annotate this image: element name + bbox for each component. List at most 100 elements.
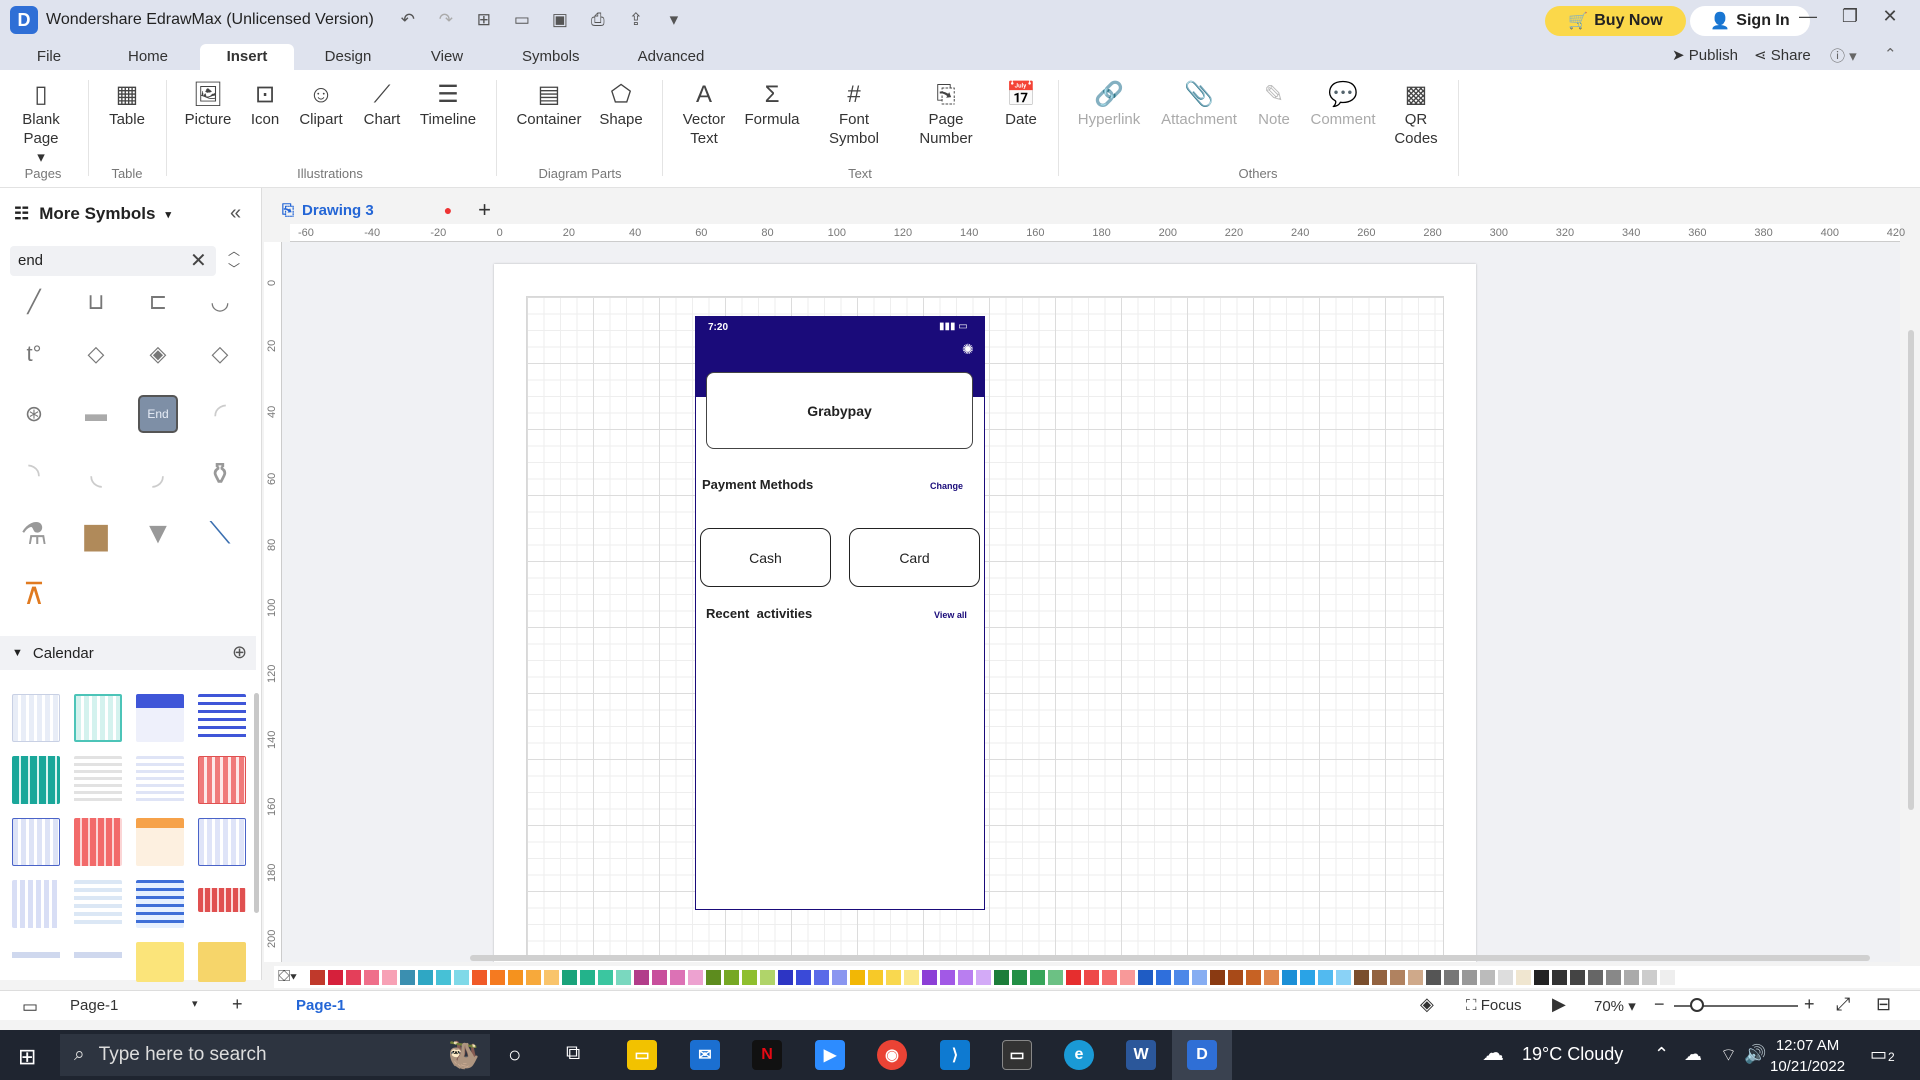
- color-swatch[interactable]: [382, 969, 397, 985]
- clear-search-icon[interactable]: ✕: [190, 248, 207, 273]
- netflix-icon[interactable]: N: [752, 1040, 782, 1070]
- cash-button[interactable]: Cash: [700, 528, 831, 587]
- color-swatch[interactable]: [634, 969, 649, 985]
- tab-home[interactable]: Home: [122, 44, 174, 70]
- color-swatch[interactable]: [1210, 969, 1225, 985]
- zoom-app-icon[interactable]: ▶: [815, 1040, 845, 1070]
- color-swatch[interactable]: [1606, 969, 1621, 985]
- calendar-template-thumbnail[interactable]: [74, 694, 122, 742]
- calendar-template-thumbnail[interactable]: [136, 880, 184, 928]
- focus-button[interactable]: ⛶ Focus: [1466, 997, 1522, 1014]
- color-swatch[interactable]: [1012, 969, 1027, 985]
- tab-file[interactable]: File: [28, 44, 70, 70]
- color-swatch[interactable]: [814, 969, 829, 985]
- sticky-note-thumbnail[interactable]: [198, 942, 246, 982]
- color-swatch[interactable]: [1066, 969, 1081, 985]
- color-swatch[interactable]: [724, 969, 739, 985]
- color-swatch[interactable]: [1444, 969, 1459, 985]
- timeline-button[interactable]: ☰ Timeline: [416, 80, 480, 129]
- onedrive-icon[interactable]: ☁: [1684, 1044, 1702, 1065]
- attachment-button[interactable]: 📎 Attachment: [1158, 80, 1240, 129]
- add-document-icon[interactable]: +: [478, 197, 491, 223]
- color-swatch[interactable]: [850, 969, 865, 985]
- color-swatch[interactable]: [1516, 969, 1531, 985]
- drawing-page[interactable]: [494, 264, 1476, 962]
- calendar-template-thumbnail[interactable]: [198, 694, 246, 742]
- color-swatch[interactable]: [454, 969, 469, 985]
- formula-button[interactable]: Σ Formula: [742, 80, 802, 129]
- color-swatch[interactable]: [688, 969, 703, 985]
- color-swatch[interactable]: [1426, 969, 1441, 985]
- qr-codes-button[interactable]: ▩ QR Codes: [1392, 80, 1440, 148]
- color-swatch[interactable]: [544, 969, 559, 985]
- color-swatch[interactable]: [490, 969, 505, 985]
- calendar-template-thumbnail[interactable]: [12, 694, 60, 742]
- print-icon[interactable]: ⎙: [588, 10, 608, 30]
- layers-icon[interactable]: ◈: [1420, 994, 1434, 1015]
- calendar-template-thumbnail[interactable]: [12, 942, 60, 972]
- symbol-search-input[interactable]: end: [10, 246, 216, 276]
- curve-shape-icon[interactable]: ◡: [196, 280, 244, 324]
- restore-icon[interactable]: ❐: [1830, 6, 1870, 27]
- color-swatch[interactable]: [1372, 969, 1387, 985]
- table-button[interactable]: ▦ Table: [104, 80, 150, 129]
- pump-icon[interactable]: ▬: [72, 392, 120, 436]
- canvas-horizontal-scrollbar[interactable]: [470, 955, 1870, 961]
- color-swatch[interactable]: [670, 969, 685, 985]
- canvas-vertical-scrollbar[interactable]: [1908, 330, 1914, 810]
- mixer-tank-icon[interactable]: ⚗: [10, 512, 58, 556]
- calendar-template-thumbnail[interactable]: [74, 880, 122, 928]
- help-icon[interactable]: ⓘ ▾: [1830, 45, 1857, 66]
- color-swatch[interactable]: [1534, 969, 1549, 985]
- color-swatch[interactable]: [1390, 969, 1405, 985]
- color-swatch[interactable]: [616, 969, 631, 985]
- color-swatch[interactable]: [958, 969, 973, 985]
- tab-advanced[interactable]: Advanced: [636, 44, 706, 70]
- clipart-button[interactable]: ☺ Clipart: [296, 80, 346, 129]
- add-category-icon[interactable]: ⊕: [232, 642, 247, 663]
- fill-bucket-icon[interactable]: ⛋▾: [278, 968, 310, 986]
- wifi-icon[interactable]: ⌔: [1720, 1044, 1737, 1067]
- color-swatch[interactable]: [1192, 969, 1207, 985]
- color-swatch[interactable]: [1498, 969, 1513, 985]
- panel-scrollbar[interactable]: [254, 693, 259, 913]
- tab-insert[interactable]: Insert: [200, 44, 294, 70]
- taskbar-clock[interactable]: 12:07 AM 10/21/2022: [1770, 1035, 1845, 1077]
- color-swatch[interactable]: [778, 969, 793, 985]
- zoom-out-icon[interactable]: −: [1654, 994, 1665, 1015]
- fit-page-icon[interactable]: ⤢: [1836, 994, 1850, 1015]
- color-swatch[interactable]: [508, 969, 523, 985]
- color-swatch[interactable]: [1174, 969, 1189, 985]
- color-swatch[interactable]: [706, 969, 721, 985]
- export-icon[interactable]: ⇪: [626, 10, 646, 30]
- vscode-icon[interactable]: ⟩: [940, 1040, 970, 1070]
- color-swatch[interactable]: [1138, 969, 1153, 985]
- color-swatch[interactable]: [1156, 969, 1171, 985]
- color-swatch[interactable]: [868, 969, 883, 985]
- zoom-level[interactable]: 70% ▾: [1594, 997, 1636, 1015]
- diamond-end-icon[interactable]: ◇: [196, 332, 244, 376]
- icon-button[interactable]: ⊡ Icon: [246, 80, 284, 129]
- page-select[interactable]: Page-1 ▾: [70, 997, 200, 1014]
- color-swatch[interactable]: [598, 969, 613, 985]
- color-swatch[interactable]: [1354, 969, 1369, 985]
- page-layout-icon[interactable]: ▭: [22, 997, 38, 1017]
- heat-exchanger-icon[interactable]: ⊛: [10, 392, 58, 436]
- chrome-icon[interactable]: ◉: [877, 1040, 907, 1070]
- tab-view[interactable]: View: [426, 44, 468, 70]
- color-swatch[interactable]: [1318, 969, 1333, 985]
- comment-button[interactable]: 💬 Comment: [1308, 80, 1378, 129]
- color-swatch[interactable]: [1660, 969, 1675, 985]
- color-swatch[interactable]: [1462, 969, 1477, 985]
- page-tab[interactable]: Page-1: [296, 997, 345, 1014]
- color-swatch[interactable]: [1336, 969, 1351, 985]
- color-swatch[interactable]: [1102, 969, 1117, 985]
- share-button[interactable]: ⋖ Share: [1754, 46, 1811, 64]
- color-swatch[interactable]: [418, 969, 433, 985]
- calendar-template-thumbnail[interactable]: [136, 818, 184, 866]
- chart-button[interactable]: ⟋ Chart: [360, 80, 404, 129]
- tank-icon[interactable]: ⚱: [196, 452, 244, 496]
- cortana-icon[interactable]: ○: [508, 1042, 521, 1068]
- elbow-pipe-icon[interactable]: ◝: [10, 452, 58, 496]
- play-icon[interactable]: ▶: [1552, 994, 1566, 1015]
